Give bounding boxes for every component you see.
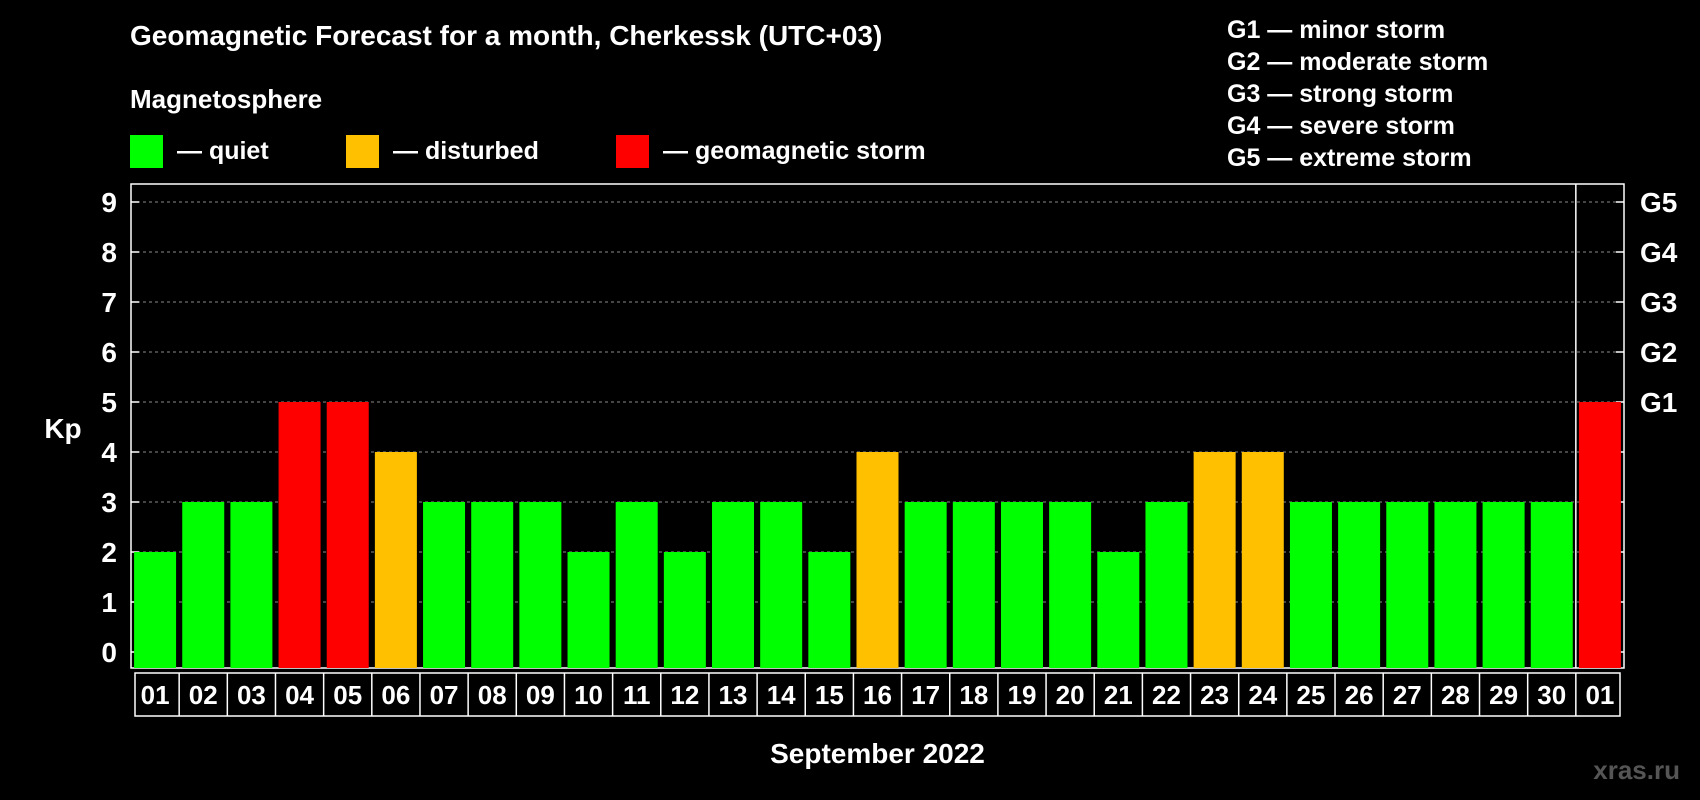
bar-storm — [1578, 402, 1621, 668]
x-tick-label: 26 — [1345, 680, 1374, 710]
bar-quiet — [134, 552, 177, 668]
g-scale-tick-label: G4 — [1640, 237, 1678, 268]
bar-quiet — [1338, 502, 1381, 668]
x-tick-label: 02 — [189, 680, 218, 710]
x-tick-label: 27 — [1393, 680, 1422, 710]
x-tick-label: 01 — [1585, 680, 1614, 710]
y-tick-label: 9 — [101, 187, 117, 218]
y-tick-label: 3 — [101, 487, 117, 518]
y-tick-label: 7 — [101, 287, 117, 318]
x-tick-label: 17 — [911, 680, 940, 710]
bar-quiet — [904, 502, 947, 668]
bar-quiet — [808, 552, 851, 668]
bar-quiet — [615, 502, 658, 668]
x-tick-label: 01 — [141, 680, 170, 710]
x-tick-label: 29 — [1489, 680, 1518, 710]
x-tick-label: 22 — [1152, 680, 1181, 710]
x-tick-label: 25 — [1296, 680, 1325, 710]
kp-bar-chart: 0123456789G1G2G3G4G5Kp01 02 03 04 05 06 07 08 09… — [44, 183, 1678, 769]
bar-disturbed — [1241, 452, 1284, 668]
g-scale-tick-label: G5 — [1640, 187, 1677, 218]
x-tick-label: 16 — [863, 680, 892, 710]
bar-quiet — [1097, 552, 1140, 668]
bar-disturbed — [374, 452, 417, 668]
y-tick-label: 0 — [101, 637, 117, 668]
x-tick-label: 18 — [959, 680, 988, 710]
x-tick-label: 04 — [285, 680, 314, 710]
bar-quiet — [1482, 502, 1525, 668]
bar-quiet — [760, 502, 803, 668]
x-tick-label: 08 — [478, 680, 507, 710]
x-tick-label: 13 — [719, 680, 748, 710]
bar-quiet — [519, 502, 562, 668]
g-scale-tick-label: G2 — [1640, 337, 1677, 368]
y-tick-label: 8 — [101, 237, 117, 268]
bar-storm — [278, 402, 321, 668]
x-tick-label: 10 — [574, 680, 603, 710]
bar-quiet — [1145, 502, 1188, 668]
bar-quiet — [1386, 502, 1429, 668]
bar-quiet — [1049, 502, 1092, 668]
bar-quiet — [663, 552, 706, 668]
x-tick-label: 07 — [430, 680, 459, 710]
x-tick-label: 23 — [1200, 680, 1229, 710]
x-axis-label: September 2022 — [770, 738, 985, 769]
x-tick-label: 15 — [815, 680, 844, 710]
bar-quiet — [423, 502, 466, 668]
bar-storm — [326, 402, 369, 668]
bar-disturbed — [856, 452, 899, 668]
bar-quiet — [1530, 502, 1573, 668]
bar-quiet — [1289, 502, 1332, 668]
x-tick-label: 06 — [381, 680, 410, 710]
x-tick-label: 19 — [1008, 680, 1037, 710]
x-tick-label: 12 — [670, 680, 699, 710]
bar-disturbed — [1193, 452, 1236, 668]
bar-quiet — [471, 502, 514, 668]
x-tick-label: 03 — [237, 680, 266, 710]
watermark: xras.ru — [1593, 755, 1680, 785]
x-tick-label: 20 — [1056, 680, 1085, 710]
y-tick-label: 2 — [101, 537, 117, 568]
y-tick-label: 4 — [101, 437, 117, 468]
bar-quiet — [567, 552, 610, 668]
y-axis-label: Kp — [44, 413, 81, 444]
bar-quiet — [230, 502, 273, 668]
x-tick-label: 21 — [1104, 680, 1133, 710]
y-tick-label: 5 — [101, 387, 117, 418]
x-tick-label: 28 — [1441, 680, 1470, 710]
y-tick-label: 1 — [101, 587, 117, 618]
x-tick-label: 05 — [333, 680, 362, 710]
x-tick-label: 09 — [526, 680, 555, 710]
bar-quiet — [182, 502, 225, 668]
x-tick-label: 30 — [1537, 680, 1566, 710]
y-tick-label: 6 — [101, 337, 117, 368]
bar-quiet — [952, 502, 995, 668]
g-scale-tick-label: G1 — [1640, 387, 1677, 418]
g-scale-tick-label: G3 — [1640, 287, 1677, 318]
x-tick-label: 24 — [1248, 680, 1277, 710]
bar-quiet — [1434, 502, 1477, 668]
bar-quiet — [1000, 502, 1043, 668]
bar-quiet — [712, 502, 755, 668]
x-tick-label: 11 — [623, 680, 651, 710]
x-tick-label: 14 — [767, 680, 796, 710]
